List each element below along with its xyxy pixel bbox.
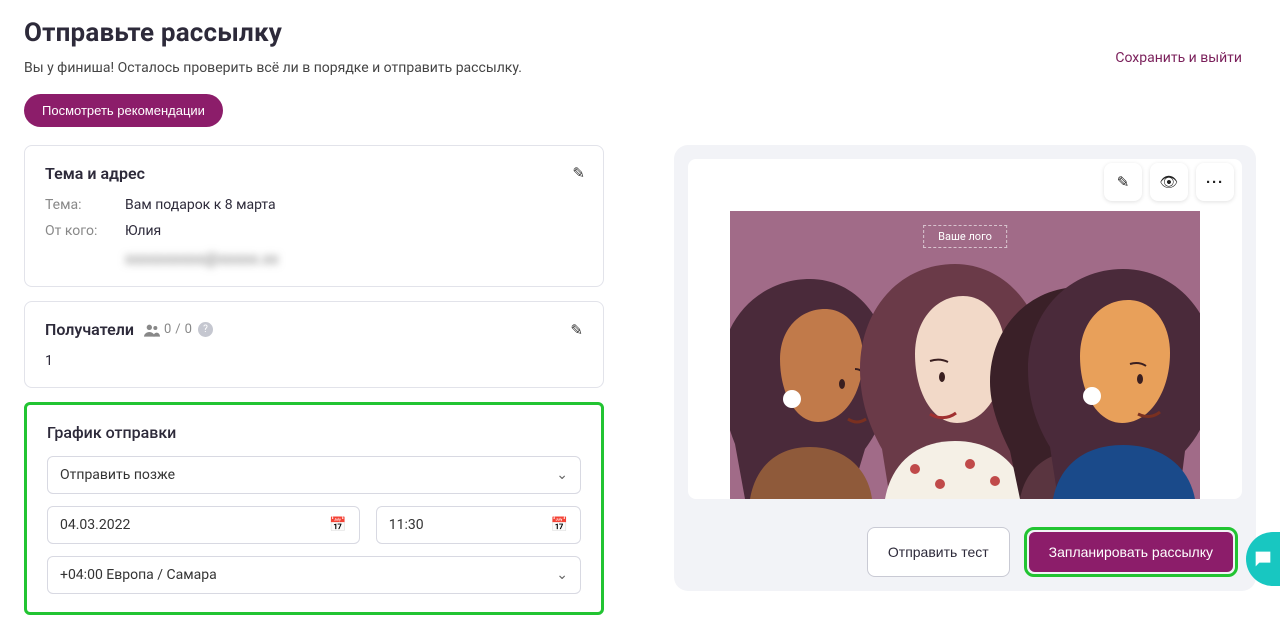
logo-placeholder: Ваше лого <box>923 225 1007 248</box>
dots-icon: ··· <box>1206 174 1224 191</box>
timezone-value: +04:00 Европа / Самара <box>60 567 217 583</box>
subject-value: Вам подарок к 8 марта <box>125 197 276 213</box>
schedule-send-highlight: Запланировать рассылку <box>1024 527 1238 577</box>
save-and-exit-link[interactable]: Сохранить и выйти <box>1115 50 1242 66</box>
topic-address-card: ✎ Тема и адрес Тема: Вам подарок к 8 мар… <box>24 145 604 287</box>
send-mode-value: Отправить позже <box>60 467 175 483</box>
send-mode-select[interactable]: Отправить позже ⌄ <box>47 456 581 494</box>
schedule-title: График отправки <box>47 423 581 442</box>
chat-icon <box>1252 548 1274 570</box>
topic-card-title: Тема и адрес <box>45 164 583 183</box>
preview-panel: ✎ 👁 ··· Ваше лого <box>674 145 1256 591</box>
page-title: Отправьте рассылку <box>24 18 522 48</box>
date-input[interactable]: 04.03.2022 📅 <box>47 506 360 544</box>
calendar-icon: 📅 <box>551 517 568 533</box>
email-preview: Ваше лого <box>688 159 1242 499</box>
recommendations-button[interactable]: Посмотреть рекомендации <box>24 94 223 127</box>
recipients-count-total: 0 <box>185 322 192 337</box>
hero-illustration: Ваше лого <box>730 211 1200 499</box>
from-name: Юлия <box>125 223 161 239</box>
pencil-icon[interactable]: ✎ <box>570 321 583 339</box>
timezone-select[interactable]: +04:00 Европа / Самара ⌄ <box>47 556 581 594</box>
time-input[interactable]: 11:30 📅 <box>376 506 581 544</box>
schedule-card: График отправки Отправить позже ⌄ 04.03.… <box>24 402 604 615</box>
woman-illustration-4 <box>1028 264 1200 499</box>
pencil-icon: ✎ <box>1117 173 1130 191</box>
help-icon[interactable]: ? <box>198 322 213 337</box>
view-preview-button[interactable]: 👁 <box>1150 163 1188 201</box>
recipients-count-badge: 0 / 0 ? <box>144 322 213 337</box>
date-value: 04.03.2022 <box>60 517 130 533</box>
calendar-icon: 📅 <box>329 517 346 533</box>
recipients-list-value: 1 <box>45 353 583 369</box>
recipients-count-current: 0 <box>164 322 171 337</box>
edit-preview-button[interactable]: ✎ <box>1104 163 1142 201</box>
more-actions-button[interactable]: ··· <box>1196 163 1234 201</box>
time-value: 11:30 <box>389 517 424 533</box>
pencil-icon[interactable]: ✎ <box>572 164 585 182</box>
page-subtitle: Вы у финиша! Осталось проверить всё ли в… <box>24 60 522 76</box>
from-email-masked: xxxxxxxxxx@xxxxx.xx <box>125 249 583 268</box>
chevron-down-icon: ⌄ <box>556 567 568 583</box>
schedule-send-button[interactable]: Запланировать рассылку <box>1029 532 1233 572</box>
eye-icon: 👁 <box>1159 173 1178 191</box>
recipients-card: Получатели 0 / 0 ? ✎ 1 <box>24 301 604 388</box>
chevron-down-icon: ⌄ <box>556 467 568 483</box>
recipients-title: Получатели <box>45 320 134 339</box>
send-test-button[interactable]: Отправить тест <box>867 527 1010 577</box>
from-label: От кого: <box>45 223 125 239</box>
subject-label: Тема: <box>45 197 125 213</box>
people-icon <box>144 323 160 337</box>
